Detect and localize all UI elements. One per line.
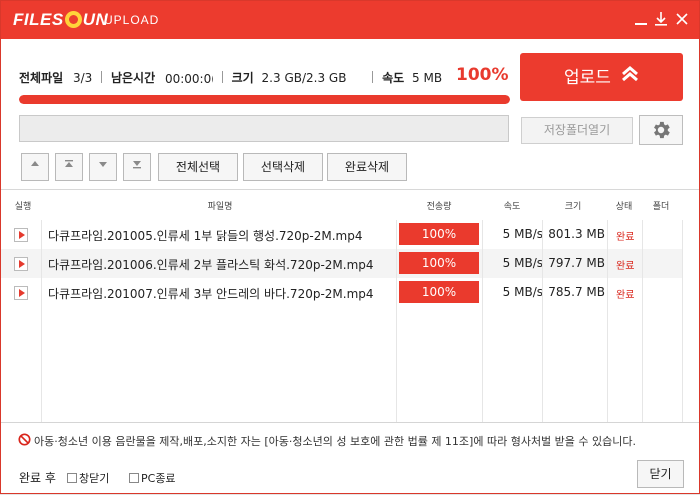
total-files-value: 3/3 bbox=[73, 71, 93, 85]
file-speed: 5 MB/s bbox=[502, 285, 543, 299]
legal-warning: 아동·청소년 이용 음란물을 제작,배포,소지한 자는 [아동·청소년의 성 보… bbox=[1, 422, 699, 458]
delete-completed-button[interactable]: 완료삭제 bbox=[327, 153, 407, 181]
overall-progress-bar bbox=[19, 95, 510, 104]
footer: 완료 후 창닫기 PC종료 닫기 bbox=[1, 457, 699, 495]
column-header-speed[interactable]: 속도 bbox=[485, 199, 539, 212]
file-size: 801.3 MB bbox=[548, 227, 605, 241]
file-state: 완료 bbox=[616, 232, 635, 243]
divider bbox=[372, 71, 374, 83]
column-header-size[interactable]: 크기 bbox=[543, 199, 603, 212]
total-files-label: 전체파일 bbox=[19, 71, 64, 85]
column-divider bbox=[396, 220, 397, 423]
prohibited-icon bbox=[18, 433, 31, 446]
size-label: 크기 bbox=[231, 71, 254, 85]
file-progress: 100% bbox=[399, 223, 479, 245]
file-name: 다큐프라임.201006.인류세 2부 플라스틱 화석.720p-2M.mp4 bbox=[48, 258, 374, 272]
move-bottom-button[interactable] bbox=[123, 153, 151, 181]
column-divider bbox=[542, 220, 543, 423]
overall-progress-fill bbox=[19, 95, 510, 104]
file-size: 785.7 MB bbox=[548, 285, 605, 299]
file-state: 완료 bbox=[616, 290, 635, 301]
triangle-up-icon bbox=[31, 161, 39, 166]
size-value: 2.3 GB/2.3 GB bbox=[261, 71, 347, 85]
download-arrow-icon[interactable] bbox=[652, 9, 670, 29]
triangle-down-icon bbox=[99, 162, 107, 167]
play-icon[interactable] bbox=[14, 257, 28, 271]
column-divider bbox=[41, 220, 42, 423]
close-icon[interactable] bbox=[673, 9, 691, 29]
divider bbox=[221, 71, 223, 83]
file-list: 실행 파일명 전송량 속도 크기 상태 폴더 다큐프라임.201005.인류세 … bbox=[1, 189, 699, 423]
move-top-button[interactable] bbox=[55, 153, 83, 181]
column-header-state[interactable]: 상태 bbox=[609, 199, 639, 212]
remaining-time-value: 00:00:0( bbox=[164, 72, 213, 86]
checkbox-box[interactable] bbox=[129, 473, 139, 483]
title-bar: FILES UN UPLOAD bbox=[1, 1, 699, 39]
play-icon[interactable] bbox=[14, 286, 28, 300]
checkbox-box[interactable] bbox=[67, 473, 77, 483]
file-name: 다큐프라임.201005.인류세 1부 닭들의 행성.720p-2M.mp4 bbox=[48, 229, 363, 243]
table-row[interactable]: 다큐프라임.201007.인류세 3부 안드레의 바다.720p-2M.mp4 … bbox=[1, 278, 683, 307]
file-state: 완료 bbox=[616, 261, 635, 272]
close-button[interactable]: 닫기 bbox=[637, 460, 684, 488]
double-chevron-up-icon bbox=[621, 53, 639, 101]
file-progress: 100% bbox=[399, 281, 479, 303]
filesun-logo: FILES UN bbox=[13, 10, 109, 29]
table-row[interactable]: 다큐프라임.201006.인류세 2부 플라스틱 화석.720p-2M.mp4 … bbox=[1, 249, 683, 278]
triangle-bottom-icon bbox=[133, 161, 141, 169]
close-window-checkbox[interactable]: 창닫기 bbox=[67, 470, 109, 486]
triangle-top-icon bbox=[65, 160, 73, 167]
overall-percent: 100% bbox=[456, 65, 509, 85]
column-divider bbox=[642, 220, 643, 423]
upload-button-label: 업로드 bbox=[564, 68, 611, 88]
file-speed: 5 MB/s bbox=[502, 256, 543, 270]
column-header-folder[interactable]: 폴더 bbox=[644, 199, 678, 212]
column-header-filename[interactable]: 파일명 bbox=[45, 199, 395, 212]
file-progress: 100% bbox=[399, 252, 479, 274]
sun-logo-icon bbox=[64, 11, 82, 28]
delete-selected-button[interactable]: 선택삭제 bbox=[243, 153, 323, 181]
upload-button[interactable]: 업로드 bbox=[520, 53, 683, 101]
play-icon[interactable] bbox=[14, 228, 28, 242]
column-divider bbox=[482, 220, 483, 423]
column-header-transfer[interactable]: 전송량 bbox=[399, 199, 479, 212]
window-title: UPLOAD bbox=[104, 13, 160, 27]
table-row[interactable]: 다큐프라임.201005.인류세 1부 닭들의 행성.720p-2M.mp4 1… bbox=[1, 220, 683, 249]
file-name: 다큐프라임.201007.인류세 3부 안드레의 바다.720p-2M.mp4 bbox=[48, 287, 374, 301]
remaining-time-label: 남은시간 bbox=[110, 71, 156, 85]
pc-shutdown-checkbox[interactable]: PC종료 bbox=[129, 470, 176, 486]
move-up-button[interactable] bbox=[21, 153, 49, 181]
column-header-run[interactable]: 실행 bbox=[9, 199, 37, 212]
select-all-button[interactable]: 전체선택 bbox=[158, 153, 238, 181]
settings-button[interactable] bbox=[639, 115, 683, 145]
app-window: FILES UN UPLOAD 전체파일 3/3 남은시간 00:00:0( 크기… bbox=[0, 0, 700, 494]
file-speed: 5 MB/s bbox=[502, 227, 543, 241]
vertical-scrollbar[interactable] bbox=[683, 220, 699, 423]
gear-icon bbox=[654, 121, 670, 139]
file-size: 797.7 MB bbox=[548, 256, 605, 270]
transfer-stats: 전체파일 3/3 남은시간 00:00:0( 크기 2.3 GB/2.3 GB … bbox=[19, 69, 442, 87]
column-divider bbox=[607, 220, 608, 423]
list-header: 실행 파일명 전송량 속도 크기 상태 폴더 bbox=[1, 190, 699, 220]
divider bbox=[101, 71, 103, 83]
save-path-field[interactable] bbox=[19, 115, 509, 142]
move-down-button[interactable] bbox=[89, 153, 117, 181]
after-complete-label: 완료 후 bbox=[19, 471, 56, 485]
speed-value: 5 MB bbox=[412, 71, 443, 85]
warning-text: 아동·청소년 이용 음란물을 제작,배포,소지한 자는 [아동·청소년의 성 보… bbox=[34, 435, 637, 448]
speed-label: 속도 bbox=[382, 71, 405, 85]
open-save-folder-button[interactable]: 저장폴더열기 bbox=[521, 117, 633, 144]
minimize-icon[interactable] bbox=[632, 9, 650, 29]
